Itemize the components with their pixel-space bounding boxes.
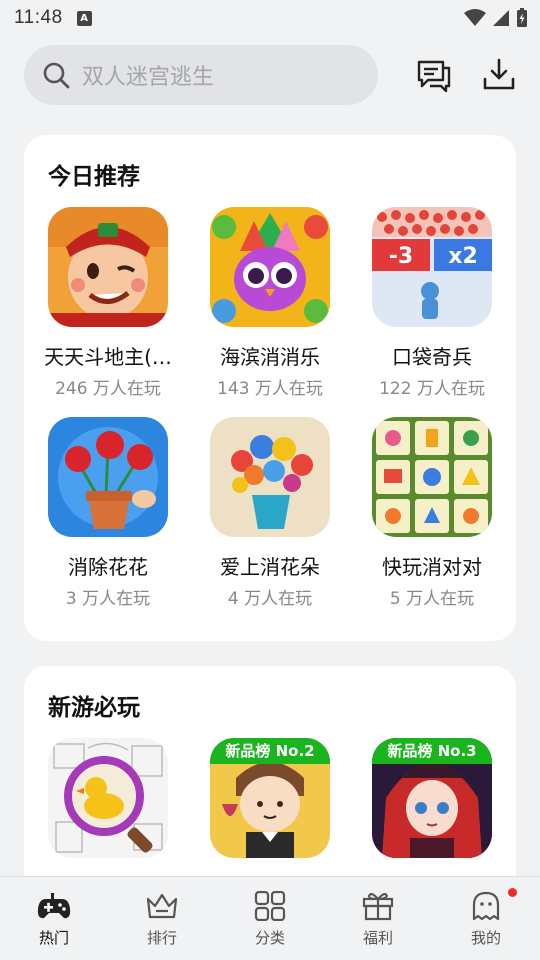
new-rank-badge: 新品榜 No.2 — [210, 738, 330, 764]
search-icon — [43, 62, 70, 89]
nav-item-welfare[interactable]: 福利 — [324, 877, 432, 960]
nav-label: 我的 — [470, 929, 501, 947]
download-button[interactable] — [482, 57, 516, 91]
new-rank-badge: 新品榜 No.3 — [372, 738, 492, 764]
nav-label: 热门 — [38, 929, 69, 947]
game-players: 122 万人在玩 — [379, 379, 485, 399]
status-icons — [464, 8, 528, 28]
game-name: 天天斗地主(… — [44, 345, 172, 369]
grid-icon — [254, 891, 286, 921]
battery-icon — [517, 8, 527, 27]
game-name: 爱上消花朵 — [220, 555, 320, 579]
tile-match-icon — [372, 417, 492, 537]
duck-magnifier-icon — [48, 738, 168, 858]
status-bar: 11:48 A — [0, 0, 540, 36]
notification-app-icon: A — [76, 10, 92, 26]
nav-item-rank[interactable]: 排行 — [108, 877, 216, 960]
bottom-nav: 热门 排行 分类 福利 我的 — [0, 876, 540, 960]
section-title-today: 今日推荐 — [48, 164, 140, 190]
svg-text:x2: x2 — [448, 244, 478, 269]
signal-icon — [493, 10, 509, 26]
gamepad-icon — [37, 893, 71, 919]
waiter-boy-icon: 新品榜 No.2 — [210, 738, 330, 858]
message-icon — [417, 60, 451, 93]
game-item[interactable]: 快玩消对对 5 万人在玩 — [357, 417, 507, 609]
game-item[interactable]: 海滨消消乐 143 万人在玩 — [195, 207, 345, 399]
crown-icon — [146, 893, 178, 919]
game-item[interactable]: 新品榜 No.3 — [357, 738, 507, 858]
game-name: 快玩消对对 — [382, 555, 482, 579]
game-item[interactable]: 新品榜 No.2 — [195, 738, 345, 858]
army-multiplier-icon: -3 x2 — [372, 207, 492, 327]
game-players: 4 万人在玩 — [227, 589, 313, 609]
status-time: 11:48 — [14, 7, 63, 28]
game-name: 消除花花 — [68, 555, 148, 579]
section-title-new: 新游必玩 — [48, 695, 140, 721]
ghost-icon — [472, 891, 500, 921]
nav-label: 福利 — [362, 929, 393, 947]
game-players: 5 万人在玩 — [389, 589, 475, 609]
game-name: 海滨消消乐 — [220, 345, 320, 369]
today-recommend-card: 今日推荐 天天斗地主(… 246 万人在玩 海滨消消乐 143 万人在玩 -3 … — [24, 135, 516, 641]
download-icon — [483, 58, 515, 90]
game-item[interactable] — [33, 738, 183, 858]
game-item[interactable]: 爱上消花朵 4 万人在玩 — [195, 417, 345, 609]
nav-item-hot[interactable]: 热门 — [0, 877, 108, 960]
search-row: 双人迷宫逃生 — [24, 45, 516, 105]
landlord-character-icon — [48, 207, 168, 327]
owl-match-icon — [210, 207, 330, 327]
gift-icon — [362, 893, 394, 921]
game-item[interactable]: 消除花花 3 万人在玩 — [33, 417, 183, 609]
game-players: 143 万人在玩 — [217, 379, 323, 399]
game-players: 246 万人在玩 — [55, 379, 161, 399]
red-hair-witch-icon: 新品榜 No.3 — [372, 738, 492, 858]
game-name: 口袋奇兵 — [392, 345, 472, 369]
game-item[interactable]: -3 x2 口袋奇兵 122 万人在玩 — [357, 207, 507, 399]
nav-item-mine[interactable]: 我的 — [432, 877, 540, 960]
game-players: 3 万人在玩 — [65, 589, 151, 609]
search-placeholder: 双人迷宫逃生 — [82, 65, 215, 90]
game-item[interactable]: 天天斗地主(… 246 万人在玩 — [33, 207, 183, 399]
flower-vase-icon — [210, 417, 330, 537]
svg-text:-3: -3 — [389, 244, 413, 269]
nav-label: 排行 — [146, 929, 177, 947]
notification-dot — [508, 888, 517, 897]
search-input[interactable]: 双人迷宫逃生 — [24, 45, 378, 105]
nav-item-category[interactable]: 分类 — [216, 877, 324, 960]
nav-label: 分类 — [254, 929, 285, 947]
wifi-icon — [464, 9, 486, 26]
rose-pot-icon — [48, 417, 168, 537]
messages-button[interactable] — [416, 59, 452, 93]
